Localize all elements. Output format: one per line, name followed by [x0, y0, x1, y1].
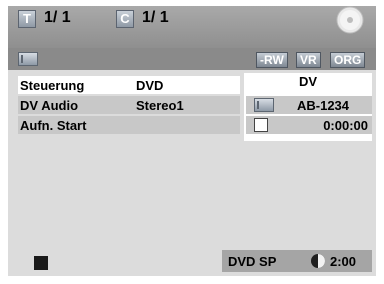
menu-item-steuerung[interactable]: Steuerung DVD [18, 76, 240, 94]
remaining-time: 2:00 [330, 254, 357, 269]
tape-id-row: AB-1234 [246, 96, 372, 114]
title-badge: T [18, 10, 36, 28]
record-checkbox[interactable] [254, 118, 268, 132]
device-source: DV [298, 74, 318, 89]
format-org-tag: ORG [330, 52, 366, 68]
timecode-row: 0:00:00 [246, 116, 372, 134]
menu-item-aufn-start[interactable]: Aufn. Start [18, 116, 240, 134]
menu-item-value: DVD [136, 78, 164, 93]
format-rw-tag: -RW [256, 52, 288, 68]
menu-item-label: Aufn. Start [20, 118, 87, 133]
sub-bar [8, 48, 376, 70]
menu-item-label: Steuerung [20, 78, 85, 93]
status-bar: DVD SP 2:00 [222, 250, 372, 272]
disc-icon [336, 6, 364, 34]
menu-item-value: Stereo1 [136, 98, 184, 113]
tape-icon [18, 52, 38, 66]
tape-id: AB-1234 [296, 98, 350, 113]
menu-item-label: DV Audio [20, 98, 79, 113]
menu-item-dv-audio[interactable]: DV Audio Stereo1 [18, 96, 240, 114]
title-counter: 1/ 1 [44, 9, 71, 26]
chapter-badge: C [116, 10, 134, 28]
chapter-counter: 1/ 1 [142, 9, 169, 26]
tape-icon [254, 98, 274, 112]
stop-icon [34, 256, 48, 270]
format-vr-tag: VR [296, 52, 321, 68]
record-mode: DVD SP [228, 254, 277, 269]
timecode: 0:00:00 [323, 118, 368, 133]
pie-icon [311, 254, 325, 268]
